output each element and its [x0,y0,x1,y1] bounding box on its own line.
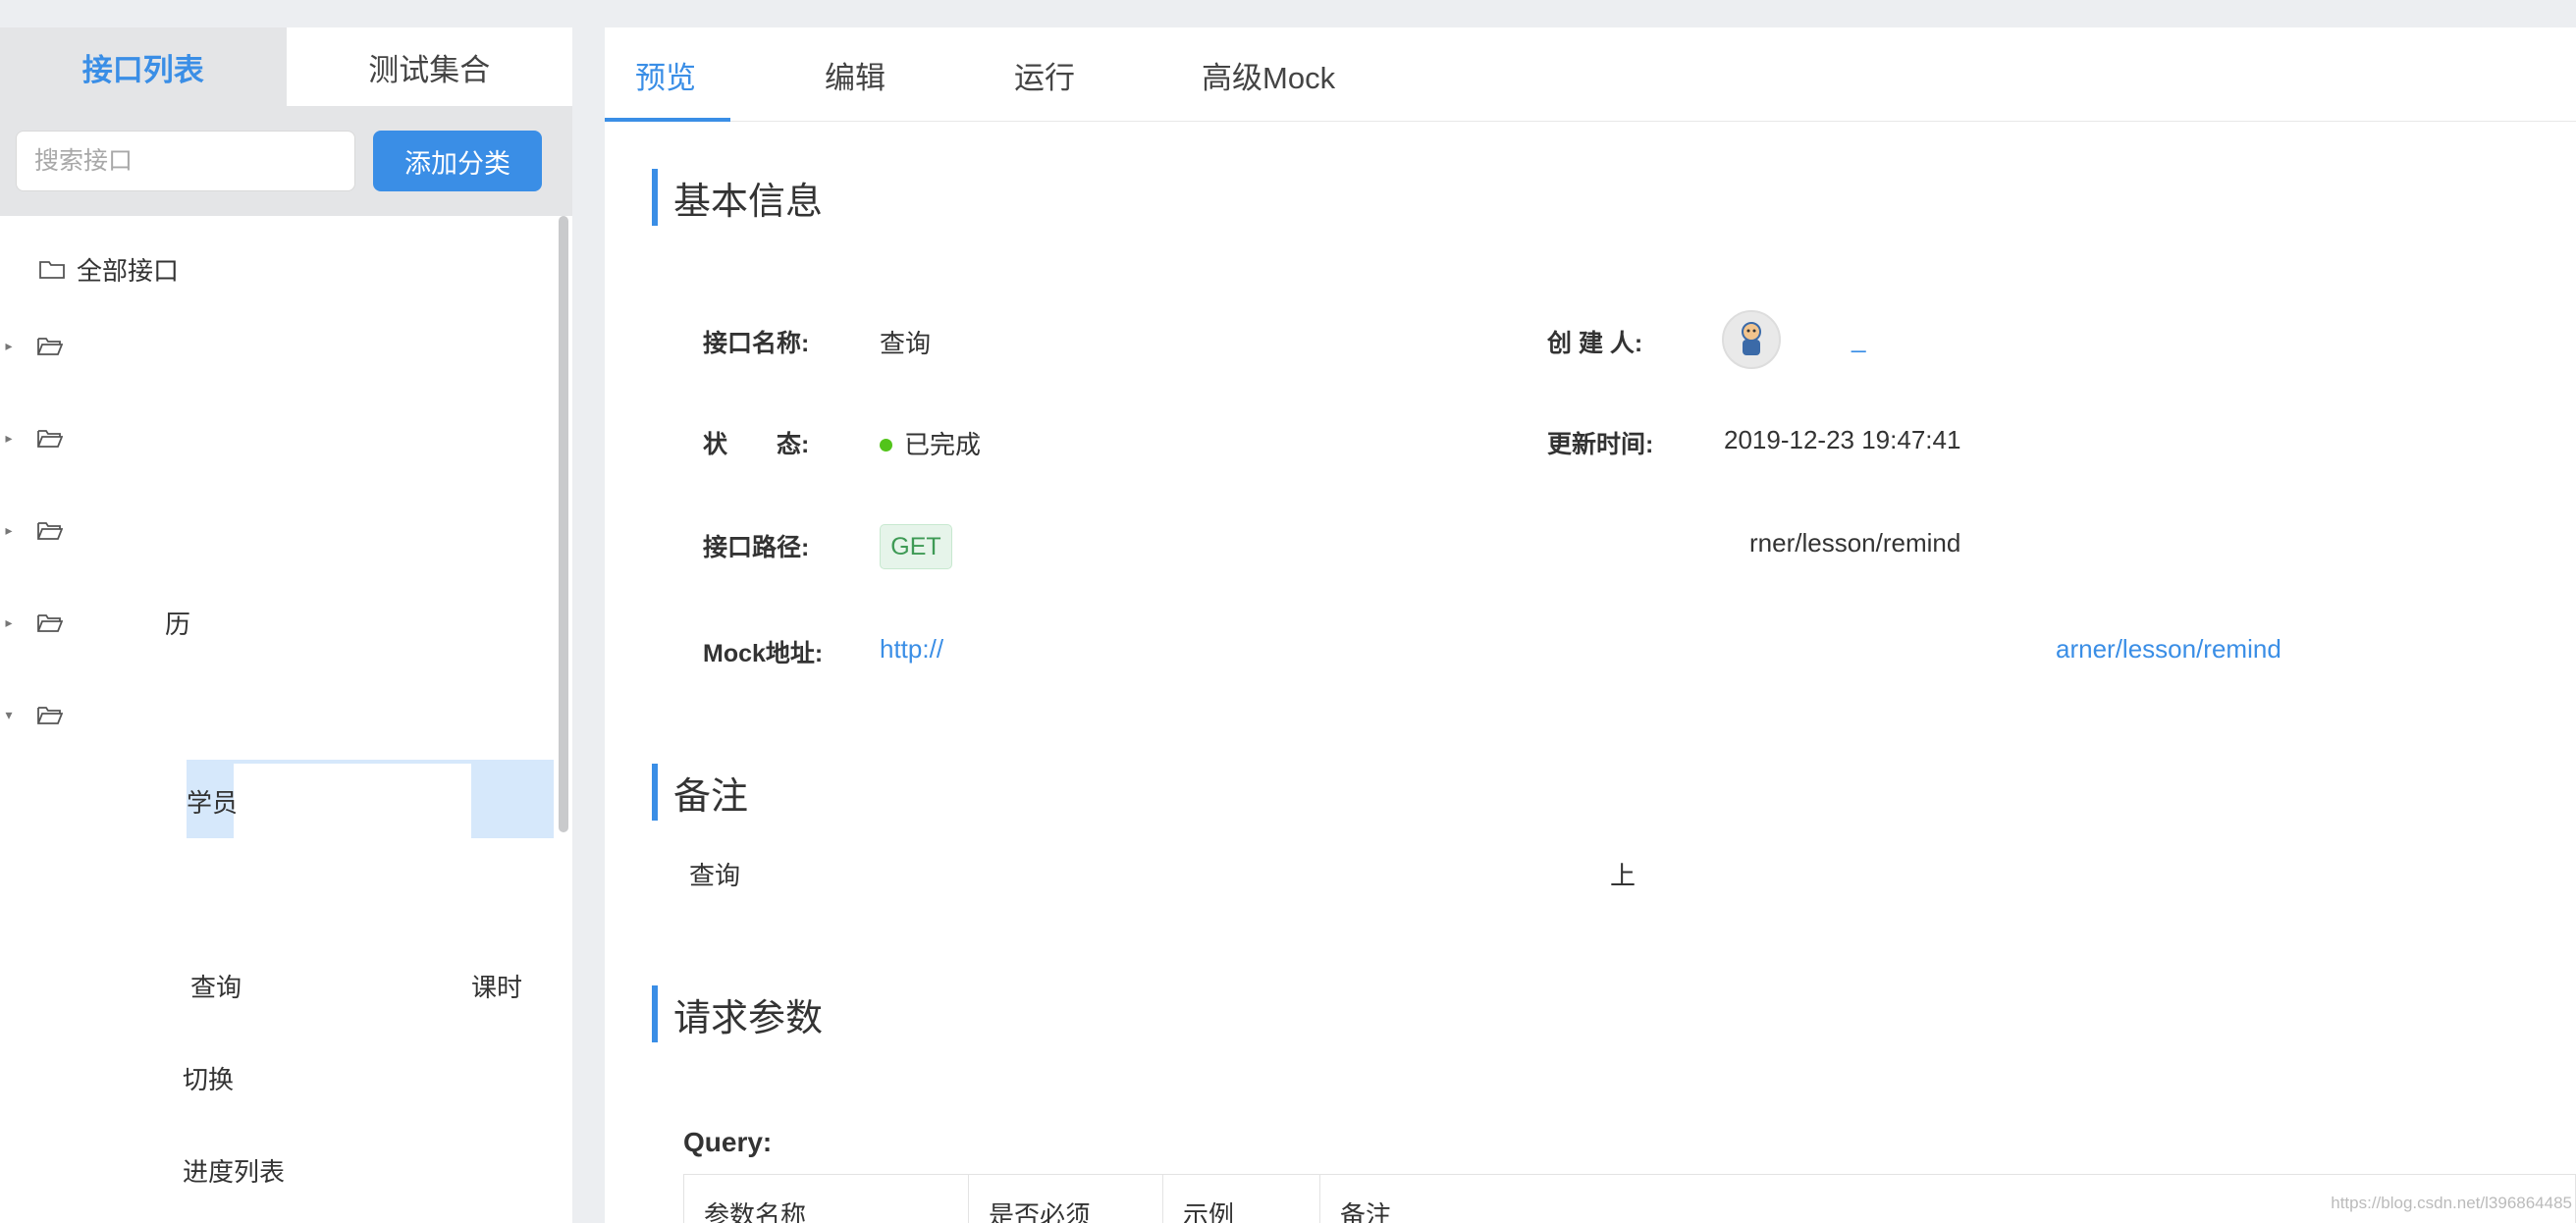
remark-text-tail: 上 [1610,861,1637,890]
status-value: 已完成 [880,425,981,461]
interface-name-label: 接口名称: [703,330,810,357]
folder-open-icon [37,612,63,632]
creator-name-link[interactable]: _ [1852,324,1865,354]
section-remark-title: 备注 [652,764,748,821]
table-header-example: 示例 [1163,1175,1320,1223]
query-label: Query: [683,1127,773,1157]
creator-avatar[interactable] [1722,310,1781,369]
caret-down-icon[interactable]: ▾ [0,707,18,723]
folder-open-icon [37,428,63,448]
section-basic-info-title: 基本信息 [652,169,823,226]
tab-advanced-mock[interactable]: 高级Mock [1202,53,1335,97]
table-header-param-name: 参数名称 [684,1175,969,1223]
interface-item-label[interactable]: 课时 [471,968,522,1004]
tab-interface-list[interactable]: 接口列表 [0,27,287,106]
interface-item-label[interactable]: 切换 [183,1060,234,1096]
caret-right-icon[interactable]: ▸ [0,430,18,447]
tree-node-category[interactable]: ▸ [0,326,75,365]
sidebar-toolbar: 添加分类 [0,106,572,216]
mock-address-link-prefix[interactable]: http:// [880,634,943,665]
tab-test-collection[interactable]: 测试集合 [287,27,573,106]
tree-scrollbar[interactable] [559,216,568,832]
table-header-required: 是否必须 [969,1175,1163,1223]
tree-node-label: 历 [165,609,191,639]
status-label: 状 态: [703,431,810,458]
interface-detail-panel: 预览 编辑 运行 高级Mock 基本信息 接口名称: 查询 创 建 人: _ 状… [605,27,2576,1223]
folder-open-icon [37,520,63,540]
updated-time-value: 2019-12-23 19:47:41 [1724,425,1961,454]
active-tab-indicator [605,118,730,122]
interface-name-value: 查询 [880,329,932,358]
updated-time-label: 更新时间: [1547,431,1654,458]
status-text: 已完成 [904,430,982,459]
tab-run[interactable]: 运行 [1014,53,1075,97]
caret-right-icon[interactable]: ▸ [0,522,18,539]
creator-label: 创 建 人: [1547,330,1643,357]
tree-node-label: 全部接口 [77,255,180,286]
tree-node-category-expanded[interactable]: ▾ [0,695,75,734]
search-interface-input[interactable] [16,131,355,191]
sidebar-tabs: 接口列表 测试集合 [0,27,572,106]
query-params-table: 参数名称 是否必须 示例 备注 [683,1174,2576,1223]
interface-sidebar: 接口列表 测试集合 添加分类 全部接口 ▸ ▸ [0,27,572,1223]
folder-icon [39,259,65,279]
interface-tree: 全部接口 ▸ ▸ ▸ ▸ 历 ▾ 学员 查询 课时 切换 进度列表 [0,216,572,1223]
tree-node-category[interactable]: ▸ [0,418,75,457]
caret-right-icon[interactable]: ▸ [0,614,18,631]
mock-address-label: Mock地址: [703,640,824,667]
http-method-badge: GET [880,524,952,569]
watermark-text: https://blog.csdn.net/l396864485 [2331,1194,2572,1212]
caret-right-icon[interactable]: ▸ [0,338,18,354]
tree-node-category[interactable]: ▸ [0,510,75,550]
remark-text: 查询 [689,861,741,890]
tree-node-category[interactable]: ▸ 历 [0,603,190,642]
folder-open-icon [37,705,63,724]
interface-item-label[interactable]: 学员 [187,783,238,820]
interface-path-label: 接口路径: [703,534,810,561]
tree-node-all-interfaces[interactable]: 全部接口 [22,249,179,289]
status-dot-icon [880,438,892,452]
section-request-params-title: 请求参数 [652,985,823,1042]
mock-address-link-suffix[interactable]: arner/lesson/remind [2056,634,2281,665]
interface-item-label[interactable]: 查询 [190,968,242,1004]
detail-tabs: 预览 编辑 运行 高级Mock [605,27,2576,122]
selected-interface-item[interactable] [187,760,554,838]
tab-preview[interactable]: 预览 [635,53,696,97]
folder-open-icon [37,336,63,355]
tab-edit[interactable]: 编辑 [825,53,886,97]
add-category-button[interactable]: 添加分类 [373,131,542,191]
interface-item-label[interactable]: 进度列表 [183,1152,285,1189]
interface-path-value: rner/lesson/remind [1749,528,1961,558]
